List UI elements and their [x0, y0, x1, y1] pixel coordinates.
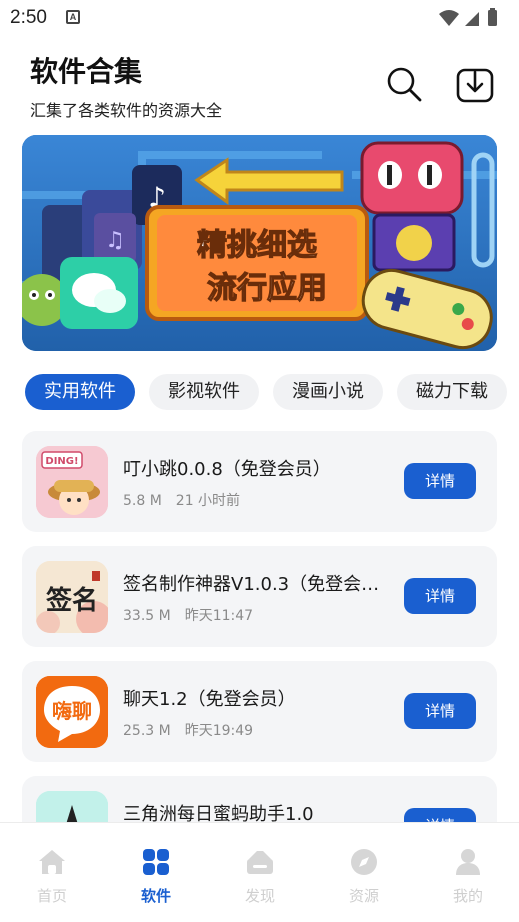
banner-line2: 流行应用	[207, 271, 327, 306]
app-icon-signature-maker: 签名	[36, 561, 108, 633]
promo-banner[interactable]: ♪ ♫ 精挑细选 流行应用	[22, 135, 497, 351]
app-name: 签名制作神器V1.0.3（免登会员）	[123, 574, 383, 595]
app-updated-time: 昨天11:47	[184, 608, 254, 624]
app-list-item[interactable]: 嗨聊 聊天1.2（免登会员） 25.3 M 昨天19:49 详情	[22, 661, 497, 762]
category-tabs: 实用软件 影视软件 漫画小说 磁力下载	[25, 374, 519, 410]
search-icon	[387, 67, 422, 102]
tab-video-software[interactable]: 影视软件	[149, 374, 259, 410]
app-updated-time: 21 小时前	[175, 493, 241, 509]
notification-a-icon: A	[66, 10, 80, 24]
download-icon	[456, 68, 494, 103]
detail-button[interactable]: 详情	[404, 578, 476, 614]
app-list-item[interactable]: 签名 签名制作神器V1.0.3（免登会员） 33.5 M 昨天11:47 详情	[22, 546, 497, 647]
discover-icon	[247, 851, 273, 874]
app-screen: 2:50 A 软件合集 汇集了各类软件的资源大全 ♪ ♫ 精挑细选 流行应用 实…	[0, 0, 519, 922]
app-size: 33.5 M	[123, 608, 171, 624]
bottom-navigation: 首页 软件 发现 资源 我的	[0, 822, 519, 922]
detail-button[interactable]: 详情	[404, 693, 476, 729]
tab-comics-novels[interactable]: 漫画小说	[273, 374, 383, 410]
app-updated-time: 昨天19:49	[184, 723, 254, 739]
nav-discover[interactable]: 发现	[208, 847, 312, 906]
banner-illustration: ♪ ♫ 精挑细选 流行应用	[22, 135, 497, 351]
nav-resources[interactable]: 资源	[312, 847, 416, 906]
app-icon-chat: 嗨聊	[36, 676, 108, 748]
nav-label: 资源	[348, 887, 379, 905]
app-icon-dingxiaotiao: DING!	[36, 446, 108, 518]
nav-label: 我的	[452, 887, 483, 905]
nav-software[interactable]: 软件	[104, 847, 208, 906]
app-list-item[interactable]: DING! 叮小跳0.0.8（免登会员） 5.8 M 21 小时前 详情	[22, 431, 497, 532]
app-icon-label: 签名	[46, 585, 98, 616]
status-time: 2:50	[10, 7, 47, 28]
tab-magnet-download[interactable]: 磁力下载	[397, 374, 507, 410]
download-button[interactable]	[455, 64, 495, 104]
svg-text:♫: ♫	[105, 228, 125, 253]
app-meta: 33.5 M 昨天11:47	[123, 605, 253, 625]
compass-icon	[351, 849, 377, 875]
app-name: 聊天1.2（免登会员）	[123, 689, 296, 710]
profile-icon	[456, 849, 480, 875]
page-title: 软件合集	[30, 55, 143, 88]
home-icon	[39, 850, 65, 874]
nav-label: 软件	[140, 887, 171, 905]
nav-home[interactable]: 首页	[0, 847, 104, 906]
nav-label: 发现	[244, 887, 275, 905]
app-size: 25.3 M	[123, 723, 171, 739]
status-bar: 2:50 A	[0, 0, 519, 36]
nav-profile[interactable]: 我的	[416, 847, 519, 906]
app-name: 叮小跳0.0.8（免登会员）	[123, 459, 331, 480]
app-meta: 25.3 M 昨天19:49	[123, 720, 253, 740]
banner-line1: 精挑细选	[197, 228, 317, 263]
search-button[interactable]	[384, 64, 424, 104]
page-subtitle: 汇集了各类软件的资源大全	[30, 101, 223, 120]
detail-button[interactable]: 详情	[404, 463, 476, 499]
grid-icon	[143, 849, 169, 875]
app-icon-label: 嗨聊	[52, 699, 92, 723]
app-meta: 5.8 M 21 小时前	[123, 490, 240, 510]
tab-utility-software[interactable]: 实用软件	[25, 374, 135, 410]
app-size: 5.8 M	[123, 493, 162, 509]
signal-wifi-battery-icon	[439, 8, 497, 26]
app-icon-label: DING!	[45, 456, 78, 467]
nav-label: 首页	[36, 887, 67, 905]
